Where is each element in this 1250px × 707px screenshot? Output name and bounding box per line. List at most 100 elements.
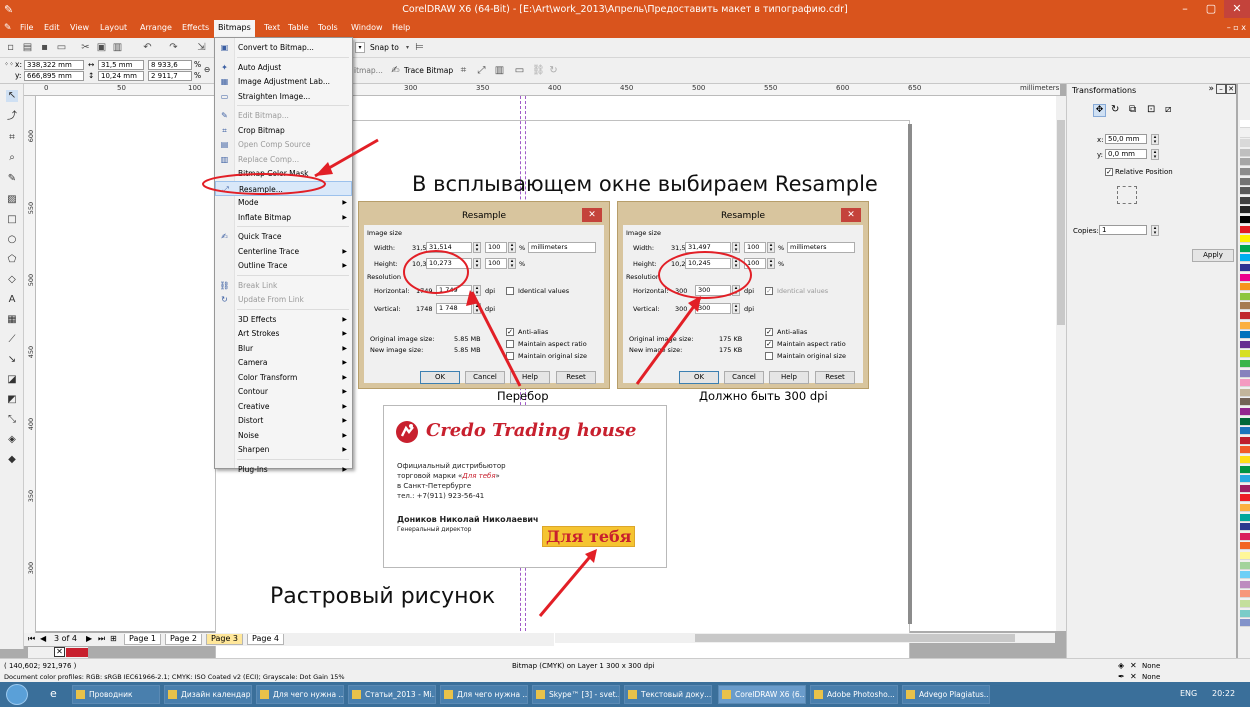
anchor-grid-icon[interactable] (1117, 186, 1137, 204)
vertical-dpi-input[interactable]: 300 (695, 303, 731, 314)
menu-item-creative[interactable]: Creative ▶ (215, 399, 352, 414)
palette-swatch[interactable] (1240, 216, 1250, 224)
menu-view[interactable]: View (70, 23, 89, 32)
prev-page-icon[interactable]: ◀ (40, 634, 46, 643)
width-percent-input[interactable]: 100 (485, 242, 507, 253)
cut-icon[interactable]: ✂ (80, 42, 91, 53)
palette-swatch[interactable] (1240, 600, 1250, 608)
cancel-button[interactable]: Cancel (724, 371, 764, 384)
menu-item-resample[interactable]: ⤢ Resample... (215, 180, 352, 196)
palette-swatch[interactable] (1240, 350, 1250, 359)
horizontal-ruler[interactable]: 0 50 100 200 250 300 350 400 450 500 550… (24, 84, 1060, 96)
x-position-field[interactable]: 338,322 mm (24, 60, 84, 70)
palette-swatch[interactable] (1240, 619, 1250, 628)
page-tab-2[interactable]: Page 2 (165, 634, 202, 645)
taskbar-item[interactable]: Текстовый доку... (624, 685, 712, 704)
docker-expand-icon[interactable]: » (1208, 84, 1214, 94)
palette-swatch[interactable] (1240, 388, 1250, 397)
taskbar-item[interactable]: Для чего нужна ... (256, 685, 344, 704)
color-profiles[interactable]: Document color profiles: RGB: sRGB IEC61… (4, 673, 345, 681)
interactive-fill-icon[interactable]: ◆ (6, 454, 18, 466)
taskbar-item[interactable]: Проводник (72, 685, 160, 704)
palette-swatch[interactable] (1240, 225, 1250, 234)
menu-edit[interactable]: Edit (44, 23, 60, 32)
palette-swatch[interactable] (1240, 331, 1250, 340)
menu-effects[interactable]: Effects (182, 23, 209, 32)
bitmap-color-mask-icon[interactable]: ▥ (494, 65, 505, 76)
height-input[interactable]: 10,245 (685, 258, 731, 269)
horizontal-scroll-thumb[interactable] (695, 634, 1015, 642)
maximize-button[interactable]: ▢ (1198, 0, 1224, 18)
palette-swatch[interactable] (1240, 580, 1250, 589)
link-icon[interactable]: ⛓ (532, 65, 545, 76)
palette-swatch[interactable] (1240, 590, 1250, 599)
palette-swatch[interactable] (1240, 513, 1250, 522)
menu-item-update-from-link[interactable]: ↻ Update From Link (215, 292, 352, 307)
menu-item-bitmap-color-mask[interactable]: Bitmap Color Mask (215, 166, 352, 181)
menu-item-break-link[interactable]: ⛓ Break Link (215, 278, 352, 293)
undo-icon[interactable]: ↶ (142, 42, 153, 53)
brand-bitmap[interactable]: Для тебя (542, 526, 636, 547)
close-button[interactable]: ✕ (1224, 0, 1250, 18)
reset-button[interactable]: Reset (556, 371, 596, 384)
width-input[interactable]: 31,514 (426, 242, 472, 253)
menu-item-contour[interactable]: Contour ▶ (215, 384, 352, 399)
palette-swatch[interactable] (1240, 264, 1250, 272)
pick-tool-icon[interactable]: ↖ (6, 90, 18, 102)
palette-swatch[interactable] (1240, 465, 1250, 474)
palette-swatch[interactable] (1240, 283, 1250, 292)
scale-tab-icon[interactable]: ⧉ (1129, 104, 1136, 115)
help-button[interactable]: Help (769, 371, 809, 384)
page-tab-1[interactable]: Page 1 (124, 634, 161, 645)
crop-tool-icon[interactable]: ⌗ (6, 132, 18, 144)
horizontal-dpi-input[interactable]: 300 (695, 285, 731, 296)
ok-button[interactable]: OK (679, 371, 719, 384)
text-tool-icon[interactable]: A (6, 294, 18, 306)
reset-button[interactable]: Reset (815, 371, 855, 384)
palette-swatch[interactable] (1240, 398, 1250, 407)
print-icon[interactable]: ▭ (56, 42, 67, 53)
menu-item-art-strokes[interactable]: Art Strokes ▶ (215, 326, 352, 341)
y-position-field[interactable]: 666,895 mm (24, 71, 84, 81)
width-spinner[interactable]: ▴ ▾ (473, 242, 481, 253)
vertical-dpi-input[interactable]: 1 748 (436, 303, 472, 314)
taskbar-item[interactable]: Для чего нужна ... (440, 685, 528, 704)
palette-swatch[interactable] (1240, 532, 1250, 541)
unit-select[interactable]: millimeters (528, 242, 596, 253)
horizontal-dpi-input[interactable]: 1 749 (436, 285, 472, 296)
maintain-original-checkbox[interactable] (765, 352, 773, 360)
palette-swatch[interactable] (1240, 494, 1250, 503)
menu-item-quick-trace[interactable]: ✍ Quick Trace (215, 229, 352, 244)
trace-bitmap-button[interactable]: Trace Bitmap (404, 66, 453, 75)
palette-swatch[interactable] (1240, 129, 1250, 138)
table-tool-icon[interactable]: ▦ (6, 314, 18, 326)
minimize-button[interactable]: – (1172, 0, 1198, 18)
crop-bitmap-icon[interactable]: ⌗ (458, 65, 469, 76)
width-input[interactable]: 31,497 (685, 242, 731, 253)
zoom-dropdown-arrow[interactable]: ▾ (355, 42, 365, 53)
palette-swatch[interactable] (1240, 427, 1250, 436)
palette-swatch[interactable] (1240, 504, 1250, 512)
menu-item-noise[interactable]: Noise ▶ (215, 428, 352, 443)
menu-item-replace-comp[interactable]: ▥ Replace Comp... (215, 152, 352, 167)
update-link-icon[interactable]: ↻ (548, 65, 559, 76)
palette-swatch[interactable] (1240, 235, 1250, 244)
palette-swatch[interactable] (1240, 196, 1250, 205)
language-indicator[interactable]: ENG (1180, 689, 1197, 698)
height-percent-input[interactable]: 100 (744, 258, 766, 269)
palette-swatch[interactable] (1240, 571, 1250, 580)
menu-item-outline-trace[interactable]: Outline Trace ▶ (215, 258, 352, 273)
add-page-icon[interactable]: ⊞ (110, 634, 117, 643)
clock[interactable]: 20:22 (1212, 689, 1235, 698)
ie-icon[interactable]: e (50, 687, 57, 700)
position-tab-icon[interactable]: ✥ (1093, 104, 1106, 117)
ellipse-tool-icon[interactable]: ○ (6, 234, 18, 246)
fill-tool-icon[interactable]: ◈ (6, 434, 18, 446)
fill-swatch[interactable] (66, 648, 88, 657)
taskbar-item[interactable]: Adobe Photosho... (810, 685, 898, 704)
menu-item-image-adjustment-lab[interactable]: ▦ Image Adjustment Lab... (215, 74, 352, 89)
palette-swatch[interactable] (1240, 254, 1250, 263)
redo-icon[interactable]: ↷ (168, 42, 179, 53)
menu-item-distort[interactable]: Distort ▶ (215, 413, 352, 428)
palette-swatch[interactable] (1240, 542, 1250, 551)
